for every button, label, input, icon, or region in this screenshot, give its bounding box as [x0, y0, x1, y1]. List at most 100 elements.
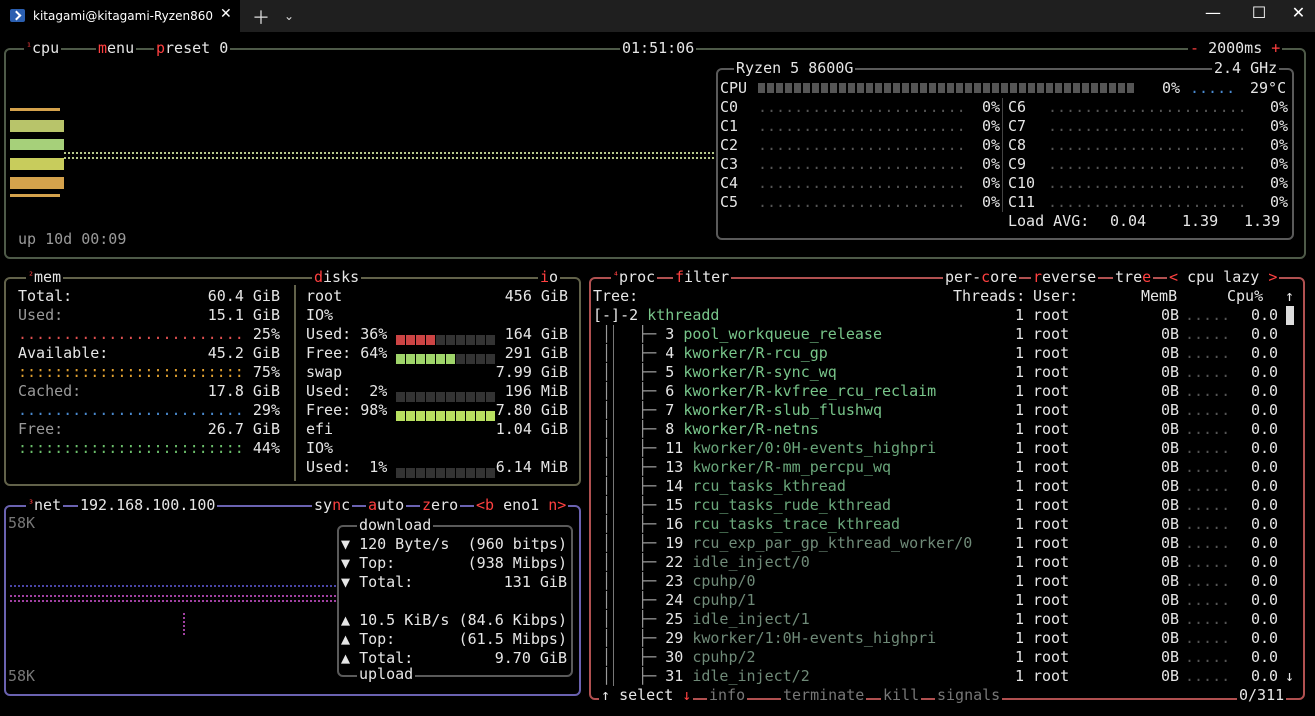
proc-row-root[interactable]: [-]-2 kthreadd [593, 306, 719, 325]
proc-row[interactable]: │ ├─ 4 kworker/R-rcu_gp [593, 344, 828, 363]
proc-cpu-bar: .......... [1185, 591, 1229, 609]
disk-efi-used-pct: 1% [369, 458, 388, 476]
scroll-up-icon[interactable]: ↑ [1285, 287, 1294, 306]
proc-mem: 0B [1160, 401, 1179, 419]
proc-name: kworker/R-mm_percpu_wq [692, 458, 892, 476]
proc-name: kworker/R-slub_flushwq [683, 401, 882, 419]
net-title[interactable]: ³net [26, 496, 64, 514]
disk-root-used-pct: 36% [360, 325, 388, 343]
footer-kill[interactable]: kill [881, 686, 922, 704]
proc-mem: 0B [1160, 534, 1179, 552]
proc-cpu-bar: .......... [1185, 325, 1229, 343]
reverse-toggle[interactable]: reverse [1031, 268, 1099, 286]
proc-pid: 25 [665, 610, 684, 628]
proc-row[interactable]: │ ├─ 7 kworker/R-slub_flushwq [593, 401, 882, 420]
footer-info[interactable]: info [707, 686, 748, 704]
proc-name: cpuhp/1 [692, 591, 756, 609]
proc-row[interactable]: │ ├─ 31 idle_inject/2 [593, 667, 810, 686]
zero-toggle[interactable]: zero [420, 496, 461, 514]
auto-toggle[interactable]: auto [366, 496, 407, 514]
disks-title[interactable]: disks [312, 268, 362, 286]
filter-button[interactable]: filter [673, 268, 732, 286]
cpu-total-bar [758, 83, 1136, 93]
iface-selector[interactable]: <b eno1 n> [474, 496, 569, 514]
proc-row[interactable]: │ ├─ 22 idle_inject/0 [593, 553, 810, 572]
disk-efi-io: IO% [306, 439, 334, 457]
download-total-label: Total: [359, 573, 414, 591]
core-pct: 0% [981, 155, 1000, 173]
proc-row[interactable]: │ ├─ 29 kworker/1:0H-events_highpri [593, 629, 936, 648]
core-pct: 0% [981, 98, 1000, 116]
core-bar: ........................................… [1048, 174, 1248, 192]
new-tab-icon[interactable]: ＋ [252, 4, 270, 30]
cpu-info-box: Ryzen 5 8600G 2.4 GHz CPU 0% .......... … [716, 59, 1294, 240]
proc-cpu-bar: .......... [1185, 344, 1229, 362]
proc-mem: 0B [1160, 648, 1179, 666]
proc-threads: 1 [1015, 591, 1025, 609]
mem-used-label: Used: [18, 306, 64, 324]
proc-row[interactable]: │ ├─ 19 rcu_exp_par_gp_kthread_worker/0 [593, 534, 972, 553]
footer-terminate[interactable]: terminate [781, 686, 867, 704]
scrollbar-thumb[interactable] [1286, 306, 1294, 325]
header-threads[interactable]: Threads: [953, 287, 1025, 306]
proc-row[interactable]: │ ├─ 16 rcu_tasks_trace_kthread [593, 515, 900, 534]
disk-swap-size: 7.99 GiB [495, 363, 568, 381]
proc-threads: 1 [1015, 610, 1025, 628]
terminal-tab[interactable]: kitagami@kitagami-Ryzen860 ✕ [0, 0, 240, 32]
tree-toggle[interactable]: tree [1113, 268, 1154, 286]
footer-signals[interactable]: signals [935, 686, 1003, 704]
proc-pid: 19 [665, 534, 684, 552]
load-avg-1: 0.04 [1110, 212, 1147, 230]
proc-row[interactable]: │ ├─ 24 cpuhp/1 [593, 591, 756, 610]
header-tree[interactable]: Tree: [593, 287, 638, 306]
disk-swap-used: 196 MiB [504, 382, 568, 400]
disk-root-free: 291 GiB [504, 344, 568, 362]
proc-row[interactable]: │ ├─ 13 kworker/R-mm_percpu_wq [593, 458, 891, 477]
mem-title[interactable]: ²mem [26, 268, 64, 286]
header-user[interactable]: User: [1033, 287, 1078, 306]
close-tab-icon[interactable]: ✕ [220, 6, 232, 22]
proc-row[interactable]: │ ├─ 23 cpuhp/0 [593, 572, 756, 591]
proc-row[interactable]: │ ├─ 11 kworker/0:0H-events_highpri [593, 439, 936, 458]
maximize-icon[interactable]: ☐ [1236, 3, 1282, 27]
cpu-temp: 29°C [1250, 79, 1287, 97]
header-mem[interactable]: MemB [1141, 287, 1177, 306]
header-cpu[interactable]: Cpu% [1227, 287, 1263, 306]
proc-title[interactable]: ⁴proc [611, 268, 658, 286]
core-pct: 0% [981, 136, 1000, 154]
disk-root-free-pct: 64% [360, 344, 388, 362]
io-tab[interactable]: io [538, 268, 561, 286]
cpu-frequency: 2.4 GHz [1212, 59, 1280, 77]
net-scale-bottom: 58K [8, 667, 36, 685]
net-graph [10, 585, 336, 635]
mem-panel: ²mem disks io Total: 60.4 GiB Used: 15.1… [4, 268, 581, 486]
tree-branch: │ ├─ [593, 382, 666, 400]
proc-threads: 1 [1015, 553, 1025, 571]
proc-row[interactable]: │ ├─ 3 pool_workqueue_release [593, 325, 882, 344]
proc-row[interactable]: │ ├─ 14 rcu_tasks_kthread [593, 477, 846, 496]
net-panel: ³net 192.168.100.100 sync auto zero <b e… [4, 496, 581, 696]
window-titlebar: kitagami@kitagami-Ryzen860 ✕ ＋ ⌄ — ☐ ✕ [0, 0, 1315, 32]
proc-row[interactable]: │ ├─ 30 cpuhp/2 [593, 648, 756, 667]
proc-row[interactable]: │ ├─ 25 idle_inject/1 [593, 610, 810, 629]
mem-used: 15.1 GiB [207, 306, 280, 324]
proc-cpu-bar: .......... [1185, 534, 1229, 552]
proc-row[interactable]: │ ├─ 15 rcu_tasks_rude_kthread [593, 496, 891, 515]
per-core-toggle[interactable]: per-core [943, 268, 1020, 286]
minimize-icon[interactable]: — [1190, 3, 1236, 27]
menu-button[interactable]: menu [96, 39, 137, 57]
interval-control[interactable]: - 2000ms + [1188, 39, 1283, 57]
sync-toggle[interactable]: sync [312, 496, 353, 514]
chevron-down-icon[interactable]: ⌄ [284, 9, 294, 23]
cpu-title[interactable]: ¹cpu [24, 39, 62, 57]
close-window-icon[interactable]: ✕ [1282, 3, 1315, 27]
sort-selector[interactable]: < cpu lazy > [1167, 268, 1280, 286]
proc-mem: 0B [1160, 458, 1179, 476]
proc-row[interactable]: │ ├─ 6 kworker/R-kvfree_rcu_reclaim [593, 382, 936, 401]
proc-row[interactable]: │ ├─ 8 kworker/R-netns [593, 420, 819, 439]
footer-select[interactable]: ↑ select ↓ [599, 686, 694, 704]
scroll-down-icon[interactable]: ↓ [1285, 667, 1294, 686]
preset-button[interactable]: preset 0 [154, 39, 231, 57]
proc-user: root [1033, 420, 1070, 438]
proc-row[interactable]: │ ├─ 5 kworker/R-sync_wq [593, 363, 837, 382]
